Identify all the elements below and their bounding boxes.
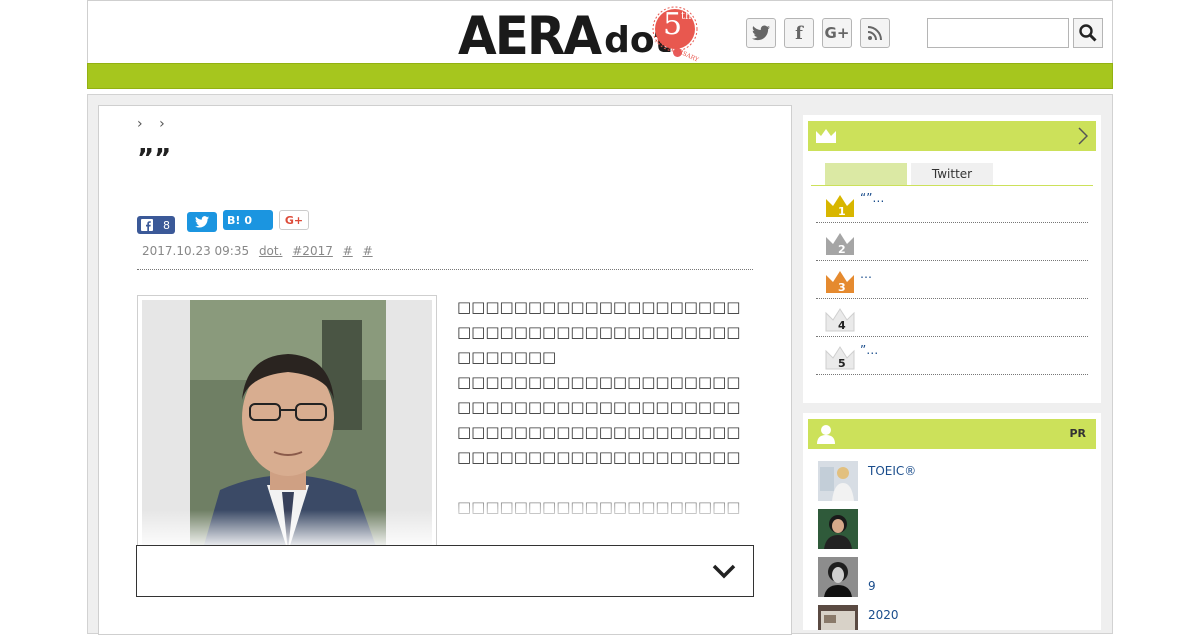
site-logo[interactable]: AERA dot 5 th ANNIVERSARY <box>458 5 699 67</box>
hatena-bookmark-button[interactable]: B! 0 <box>223 210 273 230</box>
facebook-share-button[interactable]: 8 <box>137 216 175 234</box>
twitter-icon <box>752 25 770 41</box>
pr-thumbnail[interactable] <box>818 605 858 630</box>
hatena-count: 0 <box>244 213 253 227</box>
rank-number: 1 <box>838 205 846 218</box>
pr-thumbnail[interactable] <box>818 557 858 597</box>
ranking-link[interactable]: “”… <box>860 191 884 205</box>
pr-link[interactable]: 9 <box>868 579 876 593</box>
tag-link[interactable]: # <box>343 244 353 258</box>
twitter-share-button[interactable] <box>187 212 217 232</box>
pr-link[interactable]: 2020 <box>868 608 899 622</box>
pr-label: PR <box>1069 427 1086 440</box>
person-icon <box>817 425 835 444</box>
google-plus-icon: G+ <box>824 24 850 42</box>
pr-thumbnail[interactable] <box>818 509 858 549</box>
nav-bar <box>87 63 1113 89</box>
ranking-item[interactable]: 1 “”… <box>816 185 1088 223</box>
publish-date: 2017.10.23 09:35 <box>142 244 250 258</box>
ranking-widget: Twitter 1 “”… 2 3 … 4 5 ”… <box>803 115 1101 403</box>
article-meta: 2017.10.23 09:35 dot. #2017 # # <box>142 244 373 258</box>
search-icon <box>1079 24 1097 42</box>
ranking-item[interactable]: 4 <box>816 299 1088 337</box>
ranking-item[interactable]: 3 … <box>816 261 1088 299</box>
facebook-icon <box>141 219 153 231</box>
pr-widget: PR TOEIC® 9 2020 <box>803 413 1101 630</box>
facebook-icon: f <box>795 22 803 44</box>
article-panel: › › ”” 8 B! 0 G+ 2017.10.23 09:35 dot. #… <box>98 105 792 635</box>
tab-twitter[interactable]: Twitter <box>911 163 993 185</box>
hatena-icon: B! <box>227 213 241 227</box>
rank-number: 3 <box>838 281 846 294</box>
article-paragraph: □□□□□□□□□□□□□□□□□□□□□□□□□□□□□□□□□□□□□□□□… <box>457 298 741 366</box>
search-button[interactable] <box>1073 18 1103 48</box>
ranking-tabs: Twitter <box>825 163 997 185</box>
rank-number: 4 <box>838 319 846 332</box>
article-title: ”” <box>137 144 172 174</box>
facebook-button[interactable]: f <box>784 18 814 48</box>
anniversary-number: 5 <box>663 7 683 42</box>
tag-link[interactable]: #2017 <box>292 244 333 258</box>
google-plus-button[interactable]: G+ <box>822 18 852 48</box>
pr-link[interactable]: TOEIC® <box>868 464 916 478</box>
anniversary-suffix: th <box>681 11 692 22</box>
breadcrumb: › › <box>137 116 171 132</box>
pr-thumbnail[interactable] <box>818 461 858 501</box>
read-more-button[interactable] <box>136 545 754 597</box>
rss-icon <box>867 26 882 41</box>
article-paragraph: □□□□□□□□□□□□□□□□□□□□□□□□□□□□□□□□□□□□□□□□… <box>457 373 741 466</box>
author-link[interactable]: dot. <box>259 244 282 258</box>
google-plus-icon: G+ <box>284 213 304 227</box>
chevron-down-icon <box>712 564 736 579</box>
article-photo[interactable] <box>137 295 437 555</box>
ranking-item[interactable]: 5 ”… <box>816 337 1088 375</box>
breadcrumb-separator[interactable]: › <box>137 116 149 132</box>
ranking-link[interactable]: … <box>860 267 872 281</box>
logo-main-text: AERA <box>458 5 602 67</box>
divider <box>137 269 753 270</box>
ranking-link[interactable]: ”… <box>860 343 878 357</box>
search-input[interactable] <box>927 18 1069 48</box>
site-header: AERA dot 5 th ANNIVERSARY f G+ <box>87 0 1113 67</box>
breadcrumb-separator[interactable]: › <box>159 116 171 132</box>
chevron-right-icon[interactable] <box>1078 127 1088 145</box>
twitter-icon <box>195 216 209 228</box>
rank-number: 2 <box>838 243 846 256</box>
pr-header: PR <box>808 419 1096 449</box>
facebook-share-count: 8 <box>163 218 170 232</box>
google-plus-share-button[interactable]: G+ <box>279 210 309 230</box>
ranking-item[interactable]: 2 <box>816 223 1088 261</box>
crown-icon <box>816 129 836 143</box>
rss-button[interactable] <box>860 18 890 48</box>
rank-number: 5 <box>838 357 846 370</box>
ranking-header[interactable] <box>808 121 1096 151</box>
tab-ranking[interactable] <box>825 163 907 185</box>
tag-link[interactable]: # <box>363 244 373 258</box>
twitter-button[interactable] <box>746 18 776 48</box>
